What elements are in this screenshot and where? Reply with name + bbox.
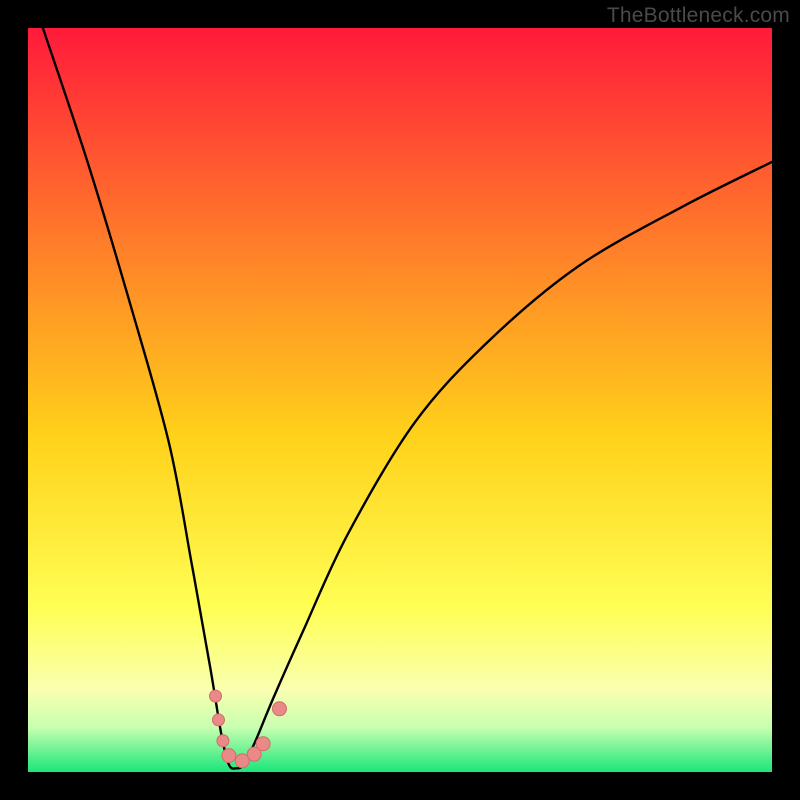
chart-frame bbox=[0, 0, 800, 800]
curve-layer bbox=[28, 28, 772, 772]
data-dot bbox=[209, 690, 221, 702]
data-dot bbox=[256, 737, 270, 751]
data-dot bbox=[272, 702, 286, 716]
data-dot bbox=[222, 749, 236, 763]
bottleneck-curve bbox=[43, 28, 772, 769]
data-dot bbox=[217, 735, 229, 747]
watermark-text: TheBottleneck.com bbox=[607, 4, 790, 28]
data-dot bbox=[212, 714, 224, 726]
plot-area bbox=[28, 28, 772, 772]
